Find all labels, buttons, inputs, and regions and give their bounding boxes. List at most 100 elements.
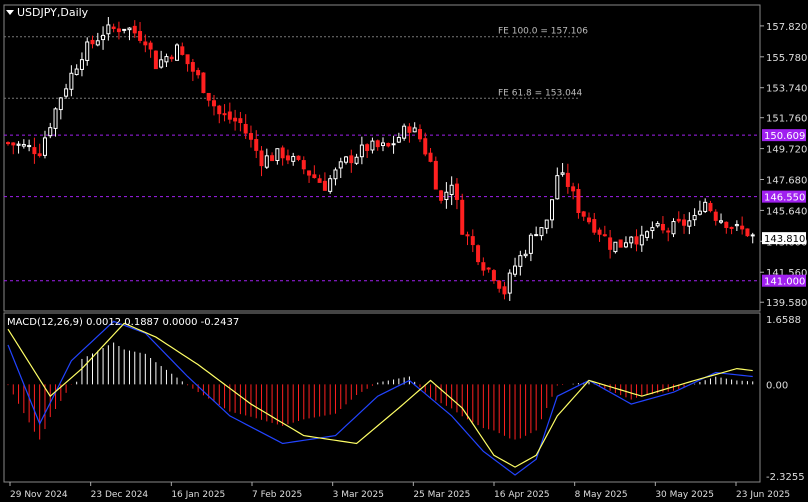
price-tick-label: 157.820 [766, 22, 807, 33]
candle-bull [550, 199, 555, 221]
candle-bear [227, 111, 232, 120]
candle-bull [74, 68, 79, 76]
candle-bear [592, 219, 597, 233]
price-tick-label: 145.640 [766, 206, 807, 217]
candle-bear [502, 286, 507, 295]
macd-tick-label: 0.00 [766, 380, 788, 391]
chart-window: 157.820 155.780 153.740 151.760 149.720 147.6… [0, 0, 808, 502]
candle-bull [396, 136, 401, 143]
candle-bear [190, 62, 195, 72]
candle-bull [159, 59, 164, 68]
candle-bear [301, 160, 306, 170]
candle-bear [132, 25, 137, 34]
candle-bear [497, 280, 502, 289]
candle-bull [402, 125, 407, 139]
candle-bear [465, 234, 470, 237]
candle-bear [576, 189, 581, 213]
candle-bull [444, 191, 449, 201]
candle-bear [724, 221, 729, 228]
candle-bear [349, 155, 354, 164]
candle-bear [6, 142, 10, 145]
symbol-title: USDJPY,Daily [17, 6, 89, 19]
collapse-triangle-icon[interactable] [6, 10, 14, 15]
candle-bull [555, 175, 560, 200]
candle-bear [211, 100, 216, 107]
date-tick-label: 8 May 2025 [575, 490, 628, 500]
candle-bull [507, 272, 512, 294]
candle-bear [423, 138, 428, 155]
macd-header: MACD(12,26,9) 0.0012 0.1887 0.0000 -0.24… [7, 317, 240, 328]
candle-bear [565, 172, 570, 187]
candle-bear [143, 41, 148, 46]
candle-bull [21, 143, 26, 147]
candle-bear [608, 237, 613, 250]
candle-bear [111, 26, 116, 29]
price-tick-label: 149.720 [766, 145, 807, 156]
date-tick-label: 16 Apr 2025 [494, 490, 550, 500]
candle-bear [708, 202, 713, 212]
candle-bull [64, 88, 69, 97]
candle-bear [37, 153, 42, 157]
candle-bear [206, 92, 211, 101]
candle-bear [571, 186, 576, 192]
price-tick-label: 151.760 [766, 114, 807, 125]
candle-bear [618, 239, 623, 248]
candle-bear [296, 155, 301, 160]
candle-bull [164, 56, 169, 63]
candle-bear [740, 225, 745, 230]
candle-bear [248, 133, 253, 140]
symbol-header: USDJPY,Daily [6, 7, 88, 19]
candles-group [6, 17, 755, 301]
date-tick-label: 25 Mar 2025 [413, 490, 470, 500]
candle-bull [175, 44, 180, 61]
candle-bull [671, 221, 676, 235]
candle-bull [534, 234, 539, 237]
candle-bear [386, 142, 391, 147]
candle-bear [433, 160, 438, 190]
candle-bull [687, 220, 692, 227]
candle-bull [623, 242, 628, 248]
candle-bear [254, 139, 259, 151]
candle-bull [85, 41, 90, 61]
candle-bear [597, 229, 602, 235]
candle-bull [95, 40, 100, 46]
candle-bull [381, 142, 385, 147]
candle-bear [148, 42, 153, 50]
candle-bull [69, 72, 74, 90]
candle-bear [280, 147, 285, 159]
candle-bear [713, 211, 718, 221]
candle-bull [639, 234, 644, 246]
candle-bull [79, 59, 84, 70]
chart-canvas[interactable]: 157.820 155.780 153.740 151.760 149.720 147.6… [0, 0, 808, 502]
candle-bull [629, 236, 634, 244]
candle-bear [486, 267, 491, 270]
candle-bear [682, 219, 687, 226]
candle-bull [101, 34, 106, 41]
candle-bear [233, 117, 238, 122]
candle-bull [344, 156, 349, 163]
candle-bull [328, 178, 333, 192]
candle-bull [106, 24, 111, 35]
candle-bull [449, 184, 454, 196]
date-tick-label: 30 May 2025 [655, 490, 714, 500]
candle-bull [127, 27, 132, 31]
candle-bull [122, 28, 127, 31]
level-label: 146.550 [764, 193, 805, 204]
candle-bull [613, 241, 618, 253]
candle-bull [359, 144, 364, 158]
candle-bear [634, 236, 639, 245]
candle-bear [116, 28, 121, 33]
candle-bull [264, 155, 269, 168]
price-tick-label: 147.680 [766, 176, 807, 187]
candle-bull [544, 219, 549, 229]
candle-bear [460, 199, 465, 235]
candle-bull [655, 223, 660, 227]
current-price-label: 143.810 [764, 234, 805, 245]
candle-bear [180, 46, 185, 55]
candle-bear [138, 31, 143, 41]
candle-bull [27, 145, 32, 148]
candle-bull [275, 148, 280, 162]
candle-bear [243, 123, 248, 134]
candle-bear [365, 144, 370, 151]
candle-bear [660, 224, 665, 231]
